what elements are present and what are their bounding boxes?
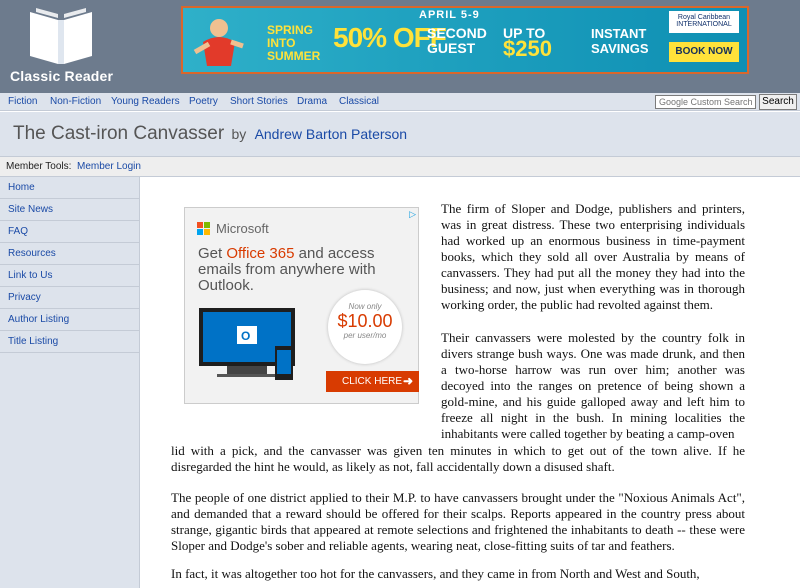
nav-drama[interactable]: Drama <box>297 96 327 107</box>
laptop-outlook-icon: O <box>199 308 295 380</box>
book-now-button[interactable]: BOOK NOW <box>669 42 739 62</box>
ad-brand: Microsoft <box>216 221 269 236</box>
ad-price-unit: per user/mo <box>343 331 387 340</box>
nav-short-stories[interactable]: Short Stories <box>230 96 288 107</box>
nav-poetry[interactable]: Poetry <box>189 96 218 107</box>
sidebar-item-label: Title Listing <box>8 336 59 347</box>
sidebar-item-site-news[interactable]: Site News <box>0 199 139 221</box>
ad-headline-product: Office 365 <box>226 245 295 262</box>
sidebar-item-title-listing[interactable]: Title Listing <box>0 331 139 353</box>
ad-headline-pre: Get <box>198 245 227 262</box>
sidebar-item-label: Privacy <box>8 292 41 303</box>
ad-click-here-button[interactable]: CLICK HERE ➜ <box>326 371 419 392</box>
title-bar: The Cast-iron Canvasser by Andrew Barton… <box>0 112 800 156</box>
svg-text:O: O <box>241 329 250 343</box>
sidebar-item-faq[interactable]: FAQ <box>0 221 139 243</box>
sidebar-item-privacy[interactable]: Privacy <box>0 287 139 309</box>
article-paragraph: In fact, it was altogether too hot for t… <box>171 566 700 581</box>
site-name: Classic Reader <box>10 68 114 84</box>
member-tools-bar: Member Tools: Member Login <box>0 156 800 177</box>
article-paragraph: The people of one district applied to th… <box>171 490 745 553</box>
sidebar-item-author-listing[interactable]: Author Listing <box>0 309 139 331</box>
royal-caribbean-logo: Royal Caribbean INTERNATIONAL <box>669 11 739 33</box>
promo-spring-text: SPRING INTO SUMMER <box>267 23 321 63</box>
sidebar: Home Site News FAQ Resources Link to Us … <box>0 177 140 588</box>
sidebar-item-label: Site News <box>8 204 54 215</box>
ad-price-badge: Now only $10.00 per user/mo <box>328 290 402 364</box>
member-login-link[interactable]: Member Login <box>77 161 141 172</box>
article-paragraph: The firm of Sloper and Dodge, publishers… <box>441 201 745 312</box>
sidebar-item-label: Link to Us <box>8 270 53 281</box>
adchoices-icon[interactable]: ▷ <box>409 209 416 220</box>
promo-amount: $250 <box>503 36 552 61</box>
site-header: Classic Reader APRIL 5-9 SPRING INTO SUM… <box>0 0 800 93</box>
site-logo[interactable]: Classic Reader <box>10 4 120 88</box>
sidebar-item-home[interactable]: Home <box>0 177 139 199</box>
sidebar-item-label: Resources <box>8 248 56 259</box>
promo-instant-savings: INSTANT SAVINGS <box>591 26 649 56</box>
promo-person-image <box>193 19 244 66</box>
promo-dates: APRIL 5-9 <box>419 9 480 21</box>
ad-price-label: Now only <box>348 302 382 311</box>
ad-price: $10.00 <box>337 311 393 331</box>
book-logo-icon <box>30 8 92 64</box>
microsoft-ad[interactable]: ▷ Microsoft Get Office 365 and access em… <box>184 207 419 404</box>
ad-cta-label: CLICK HERE <box>342 376 403 387</box>
ad-headline: Get Office 365 and access emails from an… <box>198 246 408 294</box>
nav-fiction[interactable]: Fiction <box>8 96 37 107</box>
category-nav: Fiction Non-Fiction Young Readers Poetry… <box>0 93 800 111</box>
promo-banner-ad[interactable]: APRIL 5-9 SPRING INTO SUMMER 50% OFF SEC… <box>181 6 749 74</box>
sidebar-item-link-to-us[interactable]: Link to Us <box>0 265 139 287</box>
search-button[interactable]: Search <box>759 94 797 110</box>
search-input[interactable] <box>655 95 756 109</box>
nav-young-readers[interactable]: Young Readers <box>111 96 180 107</box>
nav-classical[interactable]: Classical <box>339 96 379 107</box>
nav-non-fiction[interactable]: Non-Fiction <box>50 96 101 107</box>
promo-second-guest: SECOND GUEST <box>427 25 487 56</box>
sidebar-item-label: Home <box>8 182 35 193</box>
sidebar-item-label: Author Listing <box>8 314 70 325</box>
microsoft-logo-icon <box>197 222 211 236</box>
sidebar-item-label: FAQ <box>8 226 29 237</box>
member-tools-label: Member Tools: <box>6 161 72 172</box>
article-paragraph: Their canvassers were molested by the co… <box>441 330 745 441</box>
author-link[interactable]: Andrew Barton Paterson <box>255 126 408 142</box>
arrow-right-icon: ➜ <box>402 374 413 388</box>
by-label: by <box>231 126 247 142</box>
book-title: The Cast-iron Canvasser <box>13 123 225 144</box>
page-title: The Cast-iron Canvasser by Andrew Barton… <box>13 123 407 145</box>
sidebar-item-resources[interactable]: Resources <box>0 243 139 265</box>
article-paragraph: lid with a pick, and the canvasser was g… <box>171 443 745 474</box>
